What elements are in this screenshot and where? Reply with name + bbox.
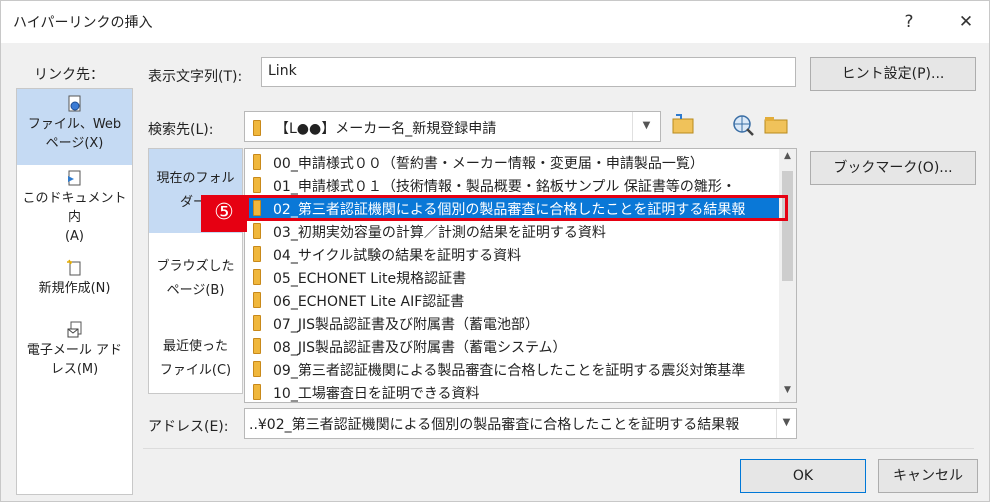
folder-icon (253, 177, 261, 193)
file-row[interactable]: 00_申請様式００（誓約書・メーカー情報・変更届・申請製品一覧） (245, 151, 780, 174)
look-in-value: 【L●●】メーカー名_新規登録申請 (275, 121, 497, 137)
link-to-email-label-2: レス(M) (50, 362, 99, 377)
file-name: 00_申請様式００（誓約書・メーカー情報・変更届・申請製品一覧） (273, 156, 704, 172)
file-name: 04_サイクル試験の結果を証明する資料 (273, 248, 522, 264)
file-row[interactable]: 10_工場審査日を証明できる資料 (245, 381, 780, 402)
file-name: 06_ECHONET Lite AIF認証書 (273, 294, 465, 310)
look-in-combo[interactable]: 【L●●】メーカー名_新規登録申請 ▼ (244, 111, 661, 142)
link-to-file-web[interactable]: ファイル、Web ページ(X) (17, 89, 132, 165)
hyperlink-dialog: ハイパーリンクの挿入 ? ✕ リンク先： ファイル、Web ページ(X) このド… (0, 0, 990, 502)
file-row[interactable]: 04_サイクル試験の結果を証明する資料 (245, 243, 780, 266)
subnav-recent-files[interactable]: 最近使った ファイル(C) (149, 313, 242, 393)
link-to-file-web-label-2: ページ(X) (45, 136, 104, 151)
link-to-email-label-1: 電子メール アド (26, 343, 123, 358)
file-row[interactable]: 06_ECHONET Lite AIF認証書 (245, 289, 780, 312)
display-text-value: Link (268, 63, 297, 79)
new-document-icon (66, 259, 84, 277)
link-to-label: リンク先： (34, 67, 104, 83)
link-to-new-document[interactable]: 新規作成(N) (17, 259, 132, 311)
file-name: 03_初期実効容量の計算／計測の結果を証明する資料 (273, 225, 606, 241)
folder-icon (253, 361, 261, 377)
file-row[interactable]: 01_申請様式０１（技術情報・製品概要・銘板サンプル 保証書等の雛形・ (245, 174, 780, 197)
document-place-icon (66, 169, 84, 187)
scroll-thumb[interactable] (782, 171, 793, 281)
chevron-down-icon[interactable]: ▼ (776, 409, 796, 438)
divider (143, 448, 974, 449)
subnav-browsed-pages-label-1: ブラウズした (156, 259, 235, 274)
folder-icon (253, 338, 261, 354)
link-to-bar: ファイル、Web ページ(X) このドキュメント内 (A) 新規作成(N) 電子… (16, 88, 133, 495)
link-to-this-document-label-2: (A) (64, 229, 85, 244)
file-row[interactable]: 03_初期実効容量の計算／計測の結果を証明する資料 (245, 220, 780, 243)
file-name: 08_JIS製品認証書及び附属書（蓄電システム） (273, 340, 567, 356)
file-name: 10_工場審査日を証明できる資料 (273, 386, 480, 402)
folder-icon (253, 246, 261, 262)
subnav-current-folder-label-1: 現在のフォル (156, 171, 235, 186)
help-button[interactable]: ? (889, 9, 929, 35)
address-value: ..¥02_第三者認証機関による個別の製品審査に合格したことを証明する結果報 (249, 417, 740, 433)
folder-icon (253, 292, 261, 308)
link-to-email[interactable]: 電子メール アド レス(M) (17, 321, 132, 393)
browse-file-icon[interactable] (761, 110, 791, 140)
subnav-browsed-pages[interactable]: ブラウズした ページ(B) (149, 233, 242, 313)
chevron-down-icon[interactable]: ▼ (632, 112, 660, 141)
file-web-icon (66, 95, 84, 113)
display-text-input[interactable]: Link (261, 57, 796, 87)
file-list-scrollbar[interactable]: ▲ ▼ (779, 149, 796, 402)
file-name: 09_第三者認証機関による製品審査に合格したことを証明する震災対策基準 (273, 363, 746, 379)
annotation-highlight (246, 195, 788, 221)
link-to-this-document-label-1: このドキュメント内 (22, 191, 127, 225)
file-name: 07_JIS製品認証書及び附属書（蓄電池部） (273, 317, 539, 333)
step-badge: ⑤ (201, 195, 247, 232)
email-icon (66, 321, 84, 339)
ok-button[interactable]: OK (740, 459, 866, 493)
folder-icon (253, 384, 261, 400)
file-name: 01_申請様式０１（技術情報・製品概要・銘板サンプル 保証書等の雛形・ (273, 179, 736, 195)
file-name: 05_ECHONET Lite規格認証書 (273, 271, 467, 287)
folder-icon (253, 120, 261, 136)
folder-icon (253, 315, 261, 331)
dialog-title: ハイパーリンクの挿入 (13, 15, 153, 31)
address-input[interactable]: ..¥02_第三者認証機関による個別の製品審査に合格したことを証明する結果報 ▼ (244, 408, 797, 439)
browse-web-icon[interactable] (728, 110, 758, 140)
display-text-label: 表示文字列(T): (148, 69, 243, 85)
title-bar: ハイパーリンクの挿入 ? ✕ (1, 1, 989, 43)
folder-icon (253, 223, 261, 239)
close-button[interactable]: ✕ (946, 9, 986, 35)
cancel-button[interactable]: キャンセル (878, 459, 978, 493)
hint-settings-button[interactable]: ヒント設定(P)... (810, 57, 976, 91)
link-to-file-web-label-1: ファイル、Web (27, 117, 122, 132)
file-row[interactable]: 09_第三者認証機関による製品審査に合格したことを証明する震災対策基準 (245, 358, 780, 381)
file-list: 00_申請様式００（誓約書・メーカー情報・変更届・申請製品一覧） 01_申請様式… (244, 148, 797, 403)
subnav-recent-files-label-1: 最近使った (162, 339, 228, 354)
link-to-new-document-label-1: 新規作成(N) (38, 281, 111, 296)
file-row[interactable]: 05_ECHONET Lite規格認証書 (245, 266, 780, 289)
folder-icon (253, 154, 261, 170)
bookmark-button[interactable]: ブックマーク(O)... (810, 151, 976, 185)
file-row[interactable]: 08_JIS製品認証書及び附属書（蓄電システム） (245, 335, 780, 358)
folder-icon (253, 269, 261, 285)
up-folder-icon[interactable] (669, 110, 699, 140)
address-label: アドレス(E): (148, 419, 229, 435)
link-to-this-document[interactable]: このドキュメント内 (A) (17, 169, 132, 244)
scroll-up-icon[interactable]: ▲ (779, 151, 796, 161)
look-in-label: 検索先(L): (148, 122, 214, 138)
subnav-browsed-pages-label-2: ページ(B) (166, 283, 225, 298)
subnav: 現在のフォル ダー( ブラウズした ページ(B) 最近使った ファイル(C) (148, 148, 243, 394)
subnav-recent-files-label-2: ファイル(C) (159, 363, 232, 378)
file-row[interactable]: 07_JIS製品認証書及び附属書（蓄電池部） (245, 312, 780, 335)
scroll-down-icon[interactable]: ▼ (779, 385, 796, 395)
